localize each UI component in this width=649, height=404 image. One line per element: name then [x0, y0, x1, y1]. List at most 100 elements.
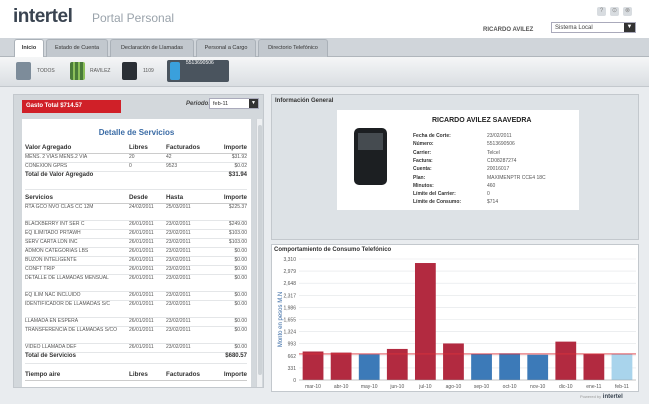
settings-icon[interactable]: ⊙: [610, 7, 619, 16]
line-1109[interactable]: 1109: [143, 62, 154, 81]
table-cell: Servicios: [25, 194, 54, 201]
tab-declaracion-de-llamadas[interactable]: Declaración de Llamadas: [110, 39, 194, 57]
detalle-servicios-box: Detalle de Servicios Valor Agregado Libre…: [22, 119, 251, 387]
table-cell: Importe: [223, 371, 247, 378]
table-cell: 0: [129, 163, 132, 169]
table-cell: $680.57: [225, 353, 247, 359]
table-header-row: Valor Agregado Libres Facturados Importe: [25, 144, 247, 154]
chart-bar: [499, 353, 521, 380]
table-cell: 26/01/2011: [129, 318, 154, 324]
info-field-label: Número:: [413, 141, 434, 148]
phone-icon[interactable]: [122, 62, 137, 80]
y-tick-label: 1,655: [283, 318, 296, 324]
table-cell: Libres: [129, 371, 148, 378]
table-cell: SERV CARTA LDN INC: [25, 239, 78, 245]
table-cell: BUZON INTELIGENTE: [25, 257, 77, 263]
scrollbar[interactable]: [256, 119, 262, 387]
info-field-label: Límite del Carrier:: [413, 191, 456, 198]
table-cell: $249.00: [228, 221, 247, 227]
info-field-label: Fecha de Corte:: [413, 133, 451, 139]
info-field-label: Carrier:: [413, 149, 432, 156]
tab-directorio-telefonico[interactable]: Directorio Telefónico: [258, 39, 328, 57]
line-selected[interactable]: 5513690506: [167, 60, 229, 82]
table-cell: $0.00: [234, 248, 247, 254]
table-cell: 26/01/2011: [129, 266, 154, 272]
portal-subtitle: Portal Personal: [92, 11, 175, 25]
powered-by-label: Powered by: [580, 394, 602, 399]
logout-icon[interactable]: ⊗: [623, 7, 632, 16]
table-row: MENS. 2 VIAS MENS.2 VIA 20 42 $31.92: [25, 154, 247, 163]
info-field-value: Telcel: [487, 149, 500, 156]
table-cell: DETALLE DE LLAMADAS MENSUAL: [25, 275, 109, 281]
periodo-select[interactable]: feb-11 ▼: [209, 98, 259, 109]
table-cell: Libres: [129, 144, 148, 151]
scrollbar-thumb[interactable]: [258, 125, 262, 375]
info-field-label: Cuenta:: [413, 166, 432, 173]
table-cell: $31.92: [231, 154, 247, 160]
table-cell: $103.00: [228, 230, 247, 236]
info-field-label: Límite de Consumo:: [413, 199, 462, 206]
periodo-label: Periodo:: [186, 101, 211, 107]
x-tick-label: mar-10: [305, 384, 321, 390]
blackberry-phone-icon: [354, 128, 387, 185]
y-tick-label: 993: [288, 342, 297, 348]
y-tick-label: 0: [293, 378, 296, 384]
table-cell: $0.00: [234, 344, 247, 350]
table-row: VIDEO LLAMADA DEF 26/01/2011 23/02/2011 $0.…: [25, 344, 247, 353]
chart-bar: [527, 354, 549, 380]
table-header-row: Servicios Desde Hasta Importe: [25, 194, 247, 204]
chart-bar: [555, 341, 577, 380]
group-icon[interactable]: [70, 62, 85, 80]
table-cell: 26/01/2011: [129, 292, 154, 298]
table-cell: 26/01/2011: [129, 239, 154, 245]
system-select-value: Sistema Local: [555, 25, 593, 31]
info-field-value: 460: [487, 182, 496, 189]
table-row: BUZON INTELIGENTE 26/01/2011 23/02/2011 $0.…: [25, 257, 247, 266]
table-cell: Valor Agregado: [25, 144, 72, 151]
info-card: RICARDO AVILEZ SAAVEDRA Fecha de Corte: 2…: [337, 110, 579, 210]
y-tick-label: 331: [288, 366, 297, 372]
chevron-down-icon: ▼: [249, 99, 258, 108]
info-field-label: Minutos:: [413, 182, 434, 189]
table-cell: 26/01/2011: [129, 301, 154, 307]
chart-bar: [330, 352, 352, 380]
info-field-value: $714: [487, 199, 499, 206]
table-row: BLACKBERRY INT SER C 26/01/2011 23/02/2011…: [25, 221, 247, 230]
info-field-value: 5513690506: [487, 141, 515, 148]
table-cell: Importe: [223, 194, 247, 201]
top-header: intertel Portal Personal ? ⊙ ⊗ RICARDO A…: [0, 0, 649, 38]
table-cell: LLAMADA EN ESPERA: [25, 318, 79, 324]
tab-estado-de-cuenta[interactable]: Estado de Cuenta: [46, 39, 108, 57]
periodo-value: feb-11: [213, 101, 229, 107]
table-row: EQ ILIM NAC INCLUIDO 26/01/2011 23/02/2011…: [25, 292, 247, 301]
table-row: TRANSFERENCIA DE LLAMADAS S/CO 26/01/2011…: [25, 327, 247, 344]
gasto-total-badge: Gasto Total $714.57: [22, 100, 121, 113]
info-field-value: 23/02/2011: [487, 133, 512, 139]
table-row: EQ ILIMITADO PRTAWH 26/01/2011 23/02/2011 $…: [25, 230, 247, 239]
help-icon[interactable]: ?: [597, 7, 606, 16]
tab-personal-a-cargo[interactable]: Personal a Cargo: [196, 39, 256, 57]
consumption-chart-panel: Comportamiento de Consumo Telefónico 3,3…: [271, 244, 639, 392]
all-lines-icon[interactable]: [16, 62, 31, 80]
system-select[interactable]: Sistema Local ▼: [551, 22, 636, 33]
info-field-value: CD08287274: [487, 157, 517, 164]
table-cell: Total de Valor Agregado: [25, 172, 94, 178]
chart-bar: [414, 263, 436, 380]
consumption-chart: 3,310 2,979 2,648 2,317 1,986 1,655 1,324 993 66…: [278, 257, 636, 390]
x-tick-label: dic-10: [559, 384, 573, 390]
table-cell: $0.00: [234, 318, 247, 324]
table-cell: IDENTIFICADOR DE LLAMADAS S/C: [25, 301, 111, 307]
table-cell: CONFT TRIP: [25, 266, 55, 272]
table-cell: $31.94: [228, 172, 247, 178]
y-tick-label: 662: [288, 354, 297, 360]
line-todos[interactable]: TODOS: [37, 62, 55, 81]
footer-brand: Powered by intertel: [580, 394, 623, 400]
line-ravilez[interactable]: RAVILEZ: [90, 62, 110, 81]
account-holder-name: RICARDO AVILEZ SAAVEDRA: [432, 117, 532, 124]
tab-inicio[interactable]: Inicio: [14, 39, 44, 57]
x-tick-label: abr-10: [334, 384, 349, 390]
table-cell: 26/01/2011: [129, 257, 154, 263]
table-cell: 26/01/2011: [129, 230, 154, 236]
chart-bar: [611, 353, 633, 380]
x-tick-label: feb-11: [615, 384, 629, 390]
